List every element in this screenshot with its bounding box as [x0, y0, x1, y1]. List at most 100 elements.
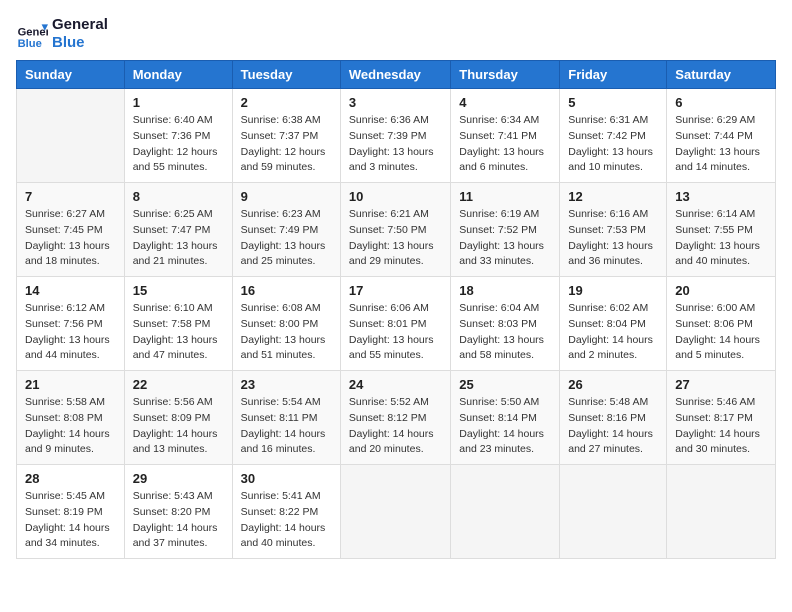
day-info: Sunrise: 6:08 AM Sunset: 8:00 PM Dayligh…	[241, 301, 332, 364]
day-info: Sunrise: 6:40 AM Sunset: 7:36 PM Dayligh…	[133, 113, 224, 176]
day-number: 14	[25, 283, 116, 298]
day-info: Sunrise: 6:04 AM Sunset: 8:03 PM Dayligh…	[459, 301, 551, 364]
calendar-cell: 22 Sunrise: 5:56 AM Sunset: 8:09 PM Dayli…	[124, 371, 232, 465]
page-header: General Blue General Blue	[16, 16, 776, 52]
logo-icon: General Blue	[16, 18, 48, 50]
day-number: 18	[459, 283, 551, 298]
calendar-cell: 23 Sunrise: 5:54 AM Sunset: 8:11 PM Dayli…	[232, 371, 340, 465]
day-of-week-header: Saturday	[667, 61, 776, 89]
calendar-cell	[451, 465, 560, 559]
day-info: Sunrise: 6:38 AM Sunset: 7:37 PM Dayligh…	[241, 113, 332, 176]
calendar-cell: 17 Sunrise: 6:06 AM Sunset: 8:01 PM Dayli…	[340, 277, 450, 371]
calendar-cell: 19 Sunrise: 6:02 AM Sunset: 8:04 PM Dayli…	[560, 277, 667, 371]
day-of-week-header: Monday	[124, 61, 232, 89]
day-info: Sunrise: 5:46 AM Sunset: 8:17 PM Dayligh…	[675, 395, 767, 458]
day-number: 19	[568, 283, 658, 298]
calendar-week-row: 14 Sunrise: 6:12 AM Sunset: 7:56 PM Dayli…	[17, 277, 776, 371]
day-number: 2	[241, 95, 332, 110]
day-number: 25	[459, 377, 551, 392]
day-info: Sunrise: 6:12 AM Sunset: 7:56 PM Dayligh…	[25, 301, 116, 364]
calendar-cell: 13 Sunrise: 6:14 AM Sunset: 7:55 PM Dayli…	[667, 183, 776, 277]
calendar-cell	[340, 465, 450, 559]
day-info: Sunrise: 5:43 AM Sunset: 8:20 PM Dayligh…	[133, 489, 224, 552]
calendar-cell: 1 Sunrise: 6:40 AM Sunset: 7:36 PM Daylig…	[124, 89, 232, 183]
day-number: 6	[675, 95, 767, 110]
day-number: 16	[241, 283, 332, 298]
day-info: Sunrise: 6:34 AM Sunset: 7:41 PM Dayligh…	[459, 113, 551, 176]
day-number: 5	[568, 95, 658, 110]
calendar-cell: 14 Sunrise: 6:12 AM Sunset: 7:56 PM Dayli…	[17, 277, 125, 371]
day-info: Sunrise: 6:27 AM Sunset: 7:45 PM Dayligh…	[25, 207, 116, 270]
calendar-cell: 5Sunrise: 6:31 AM Sunset: 7:42 PM Daylig…	[560, 89, 667, 183]
calendar-cell: 28Sunrise: 5:45 AM Sunset: 8:19 PM Dayli…	[17, 465, 125, 559]
calendar-cell: 21 Sunrise: 5:58 AM Sunset: 8:08 PM Dayli…	[17, 371, 125, 465]
calendar-week-row: 7 Sunrise: 6:27 AM Sunset: 7:45 PM Daylig…	[17, 183, 776, 277]
logo-text-blue: Blue	[52, 34, 108, 52]
day-info: Sunrise: 5:58 AM Sunset: 8:08 PM Dayligh…	[25, 395, 116, 458]
day-info: Sunrise: 5:56 AM Sunset: 8:09 PM Dayligh…	[133, 395, 224, 458]
day-info: Sunrise: 6:14 AM Sunset: 7:55 PM Dayligh…	[675, 207, 767, 270]
day-number: 17	[349, 283, 442, 298]
calendar-cell: 4 Sunrise: 6:34 AM Sunset: 7:41 PM Daylig…	[451, 89, 560, 183]
day-number: 26	[568, 377, 658, 392]
day-number: 1	[133, 95, 224, 110]
calendar-cell: 27 Sunrise: 5:46 AM Sunset: 8:17 PM Dayli…	[667, 371, 776, 465]
day-number: 28	[25, 471, 116, 486]
days-header-row: SundayMondayTuesdayWednesdayThursdayFrid…	[17, 61, 776, 89]
calendar-cell: 8Sunrise: 6:25 AM Sunset: 7:47 PM Daylig…	[124, 183, 232, 277]
day-number: 22	[133, 377, 224, 392]
day-number: 9	[241, 189, 332, 204]
day-of-week-header: Thursday	[451, 61, 560, 89]
day-number: 29	[133, 471, 224, 486]
calendar-cell: 24Sunrise: 5:52 AM Sunset: 8:12 PM Dayli…	[340, 371, 450, 465]
day-of-week-header: Friday	[560, 61, 667, 89]
day-of-week-header: Tuesday	[232, 61, 340, 89]
calendar-cell: 11Sunrise: 6:19 AM Sunset: 7:52 PM Dayli…	[451, 183, 560, 277]
day-number: 30	[241, 471, 332, 486]
calendar-header: SundayMondayTuesdayWednesdayThursdayFrid…	[17, 61, 776, 89]
calendar-cell: 18 Sunrise: 6:04 AM Sunset: 8:03 PM Dayli…	[451, 277, 560, 371]
day-of-week-header: Sunday	[17, 61, 125, 89]
day-number: 8	[133, 189, 224, 204]
calendar-cell: 25 Sunrise: 5:50 AM Sunset: 8:14 PM Dayli…	[451, 371, 560, 465]
day-info: Sunrise: 6:06 AM Sunset: 8:01 PM Dayligh…	[349, 301, 442, 364]
day-info: Sunrise: 6:10 AM Sunset: 7:58 PM Dayligh…	[133, 301, 224, 364]
day-info: Sunrise: 6:02 AM Sunset: 8:04 PM Dayligh…	[568, 301, 658, 364]
day-info: Sunrise: 6:23 AM Sunset: 7:49 PM Dayligh…	[241, 207, 332, 270]
day-info: Sunrise: 6:00 AM Sunset: 8:06 PM Dayligh…	[675, 301, 767, 364]
calendar-cell: 26 Sunrise: 5:48 AM Sunset: 8:16 PM Dayli…	[560, 371, 667, 465]
day-info: Sunrise: 5:54 AM Sunset: 8:11 PM Dayligh…	[241, 395, 332, 458]
day-info: Sunrise: 5:52 AM Sunset: 8:12 PM Dayligh…	[349, 395, 442, 458]
day-info: Sunrise: 5:48 AM Sunset: 8:16 PM Dayligh…	[568, 395, 658, 458]
day-number: 15	[133, 283, 224, 298]
calendar-cell	[667, 465, 776, 559]
calendar-cell: 16 Sunrise: 6:08 AM Sunset: 8:00 PM Dayli…	[232, 277, 340, 371]
day-info: Sunrise: 5:50 AM Sunset: 8:14 PM Dayligh…	[459, 395, 551, 458]
calendar-cell: 3 Sunrise: 6:36 AM Sunset: 7:39 PM Daylig…	[340, 89, 450, 183]
day-info: Sunrise: 6:19 AM Sunset: 7:52 PM Dayligh…	[459, 207, 551, 270]
svg-text:General: General	[18, 27, 48, 39]
day-number: 3	[349, 95, 442, 110]
calendar-cell	[17, 89, 125, 183]
calendar-cell: 15 Sunrise: 6:10 AM Sunset: 7:58 PM Dayli…	[124, 277, 232, 371]
day-number: 10	[349, 189, 442, 204]
day-info: Sunrise: 6:16 AM Sunset: 7:53 PM Dayligh…	[568, 207, 658, 270]
calendar-table: SundayMondayTuesdayWednesdayThursdayFrid…	[16, 60, 776, 559]
calendar-body: 1 Sunrise: 6:40 AM Sunset: 7:36 PM Daylig…	[17, 89, 776, 559]
day-number: 27	[675, 377, 767, 392]
calendar-cell: 2 Sunrise: 6:38 AM Sunset: 7:37 PM Daylig…	[232, 89, 340, 183]
day-of-week-header: Wednesday	[340, 61, 450, 89]
day-info: Sunrise: 5:41 AM Sunset: 8:22 PM Dayligh…	[241, 489, 332, 552]
day-number: 13	[675, 189, 767, 204]
calendar-week-row: 1 Sunrise: 6:40 AM Sunset: 7:36 PM Daylig…	[17, 89, 776, 183]
day-number: 4	[459, 95, 551, 110]
day-number: 21	[25, 377, 116, 392]
calendar-cell: 9 Sunrise: 6:23 AM Sunset: 7:49 PM Daylig…	[232, 183, 340, 277]
day-number: 7	[25, 189, 116, 204]
day-number: 23	[241, 377, 332, 392]
calendar-cell: 20Sunrise: 6:00 AM Sunset: 8:06 PM Dayli…	[667, 277, 776, 371]
logo: General Blue General Blue	[16, 16, 108, 52]
calendar-week-row: 28Sunrise: 5:45 AM Sunset: 8:19 PM Dayli…	[17, 465, 776, 559]
day-info: Sunrise: 6:36 AM Sunset: 7:39 PM Dayligh…	[349, 113, 442, 176]
calendar-cell: 12Sunrise: 6:16 AM Sunset: 7:53 PM Dayli…	[560, 183, 667, 277]
